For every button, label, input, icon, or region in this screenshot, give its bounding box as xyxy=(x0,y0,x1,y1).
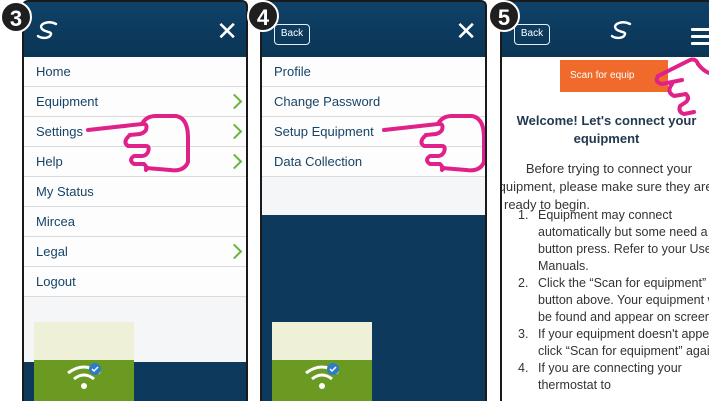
phone-screen-main-menu: ✕ Home Equipment Settings Help My Status… xyxy=(22,0,248,401)
chevron-right-icon xyxy=(226,123,243,140)
step-text: Click the “Scan for equipment” xyxy=(538,276,707,290)
pointing-hand-icon xyxy=(654,57,709,116)
close-icon[interactable]: ✕ xyxy=(216,19,238,45)
menu-item-label: Help xyxy=(36,154,63,169)
menu-item-label: Logout xyxy=(36,274,76,289)
wifi-icon xyxy=(305,363,339,389)
pointing-hand-icon xyxy=(382,114,485,173)
menu-item-label: Profile xyxy=(274,64,311,79)
step-text: thermostat to xyxy=(538,378,611,392)
chevron-right-icon xyxy=(226,153,243,170)
step-text: button above. Your equipment wi xyxy=(538,293,709,307)
header-bar: Back ✕ xyxy=(262,2,485,57)
step-number: 1. xyxy=(518,208,529,222)
menu-item-label: Legal xyxy=(36,244,68,259)
step-3: 3. If your equipment doesn't appear clic… xyxy=(518,326,709,360)
step-text: Manuals. xyxy=(538,259,589,273)
step-number: 3. xyxy=(518,327,529,341)
welcome-heading-line: equipment xyxy=(573,131,640,146)
header-bar: ✕ xyxy=(24,2,246,57)
chevron-right-icon xyxy=(226,93,243,110)
step-number: 4. xyxy=(518,361,529,375)
intro-paragraph: Before trying to connect your equipment,… xyxy=(502,160,709,214)
menu-item-my-status[interactable]: My Status xyxy=(24,177,246,207)
menu-item-label: Setup Equipment xyxy=(274,124,374,139)
header-bar: Back xyxy=(502,2,709,57)
step-text: be found and appear on screen. xyxy=(538,310,709,324)
logo-icon xyxy=(610,21,632,40)
back-button[interactable]: Back xyxy=(514,24,550,45)
phone-screen-settings: Back ✕ Profile Change Password Setup Equ… xyxy=(260,0,487,401)
step-1: 1. Equipment may connect automatically b… xyxy=(518,207,709,275)
menu-item-legal[interactable]: Legal xyxy=(24,237,246,267)
menu-item-home[interactable]: Home xyxy=(24,57,246,87)
menu-item-label: Change Password xyxy=(274,94,381,109)
menu-item-logout[interactable]: Logout xyxy=(24,267,246,297)
pointing-hand-icon xyxy=(86,114,190,173)
step-2: 2. Click the “Scan for equipment” button… xyxy=(518,275,709,326)
tutorial-stage: ✕ Home Equipment Settings Help My Status… xyxy=(0,0,709,401)
menu-item-label: My Status xyxy=(36,184,94,199)
step-text: If your equipment doesn't appear xyxy=(538,327,709,341)
menu-item-label: Equipment xyxy=(36,94,99,109)
menu-item-label: Mircea xyxy=(36,214,76,229)
menu-item-mircea[interactable]: Mircea xyxy=(24,207,246,237)
step-badge-3: 3 xyxy=(0,1,32,33)
intro-line: equipment, please make sure they are xyxy=(500,179,709,194)
chevron-right-icon xyxy=(226,243,243,260)
step-text: If you are connecting your xyxy=(538,361,682,375)
instruction-steps: 1. Equipment may connect automatically b… xyxy=(518,207,709,394)
step-text: click “Scan for equipment” again. xyxy=(538,344,709,358)
menu-item-label: Settings xyxy=(36,124,83,139)
step-text: automatically but some need a xyxy=(538,225,708,239)
step-badge-4: 4 xyxy=(247,0,279,32)
intro-line: Before trying to connect your xyxy=(525,161,693,176)
back-button[interactable]: Back xyxy=(274,24,310,45)
step-number: 2. xyxy=(518,276,529,290)
hamburger-menu-icon[interactable] xyxy=(691,28,709,45)
close-icon[interactable]: ✕ xyxy=(455,19,477,45)
phone-screen-scan-equipment: Back Scan for equip Welcome! Let's conne… xyxy=(500,0,709,401)
logo-icon xyxy=(36,21,58,40)
menu-item-label: Data Collection xyxy=(274,154,363,169)
step-text: button press. Refer to your User xyxy=(538,242,709,256)
wifi-icon xyxy=(67,363,101,389)
step-4: 4. If you are connecting your thermostat… xyxy=(518,360,709,394)
menu-item-profile[interactable]: Profile xyxy=(262,57,485,87)
dashboard-tile xyxy=(272,322,372,401)
dashboard-tile xyxy=(34,322,134,401)
menu-item-label: Home xyxy=(36,64,71,79)
menu-spacer xyxy=(262,177,485,215)
step-text: Equipment may connect xyxy=(538,208,673,222)
main-menu: Home Equipment Settings Help My Status M… xyxy=(24,57,246,362)
step-badge-5: 5 xyxy=(488,0,520,32)
